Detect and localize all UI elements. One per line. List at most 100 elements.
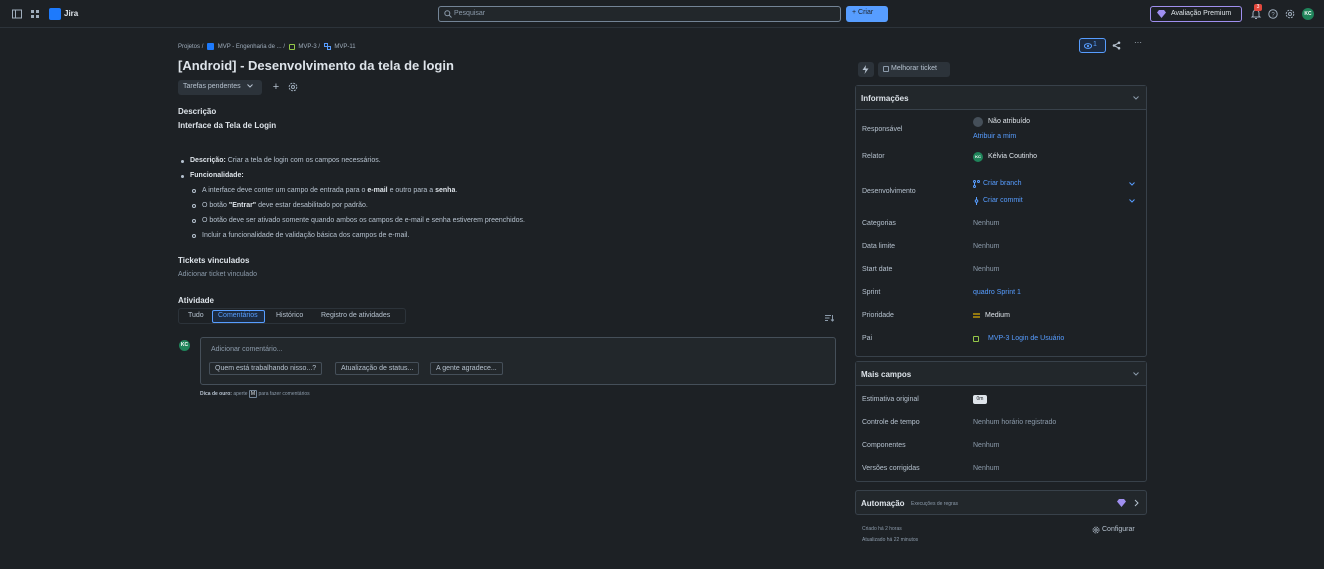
settings-gear-icon[interactable]	[1285, 9, 1295, 19]
tab-comments[interactable]: Comentários	[218, 312, 258, 319]
sort-icon[interactable]	[825, 314, 834, 322]
chevron-down-icon	[246, 84, 253, 88]
jira-logo-icon[interactable]	[49, 8, 61, 20]
details-panel-header[interactable]: Informações	[856, 86, 1146, 110]
activity-label: Atividade	[178, 296, 215, 305]
automation-bolt-button[interactable]	[858, 62, 874, 77]
epic-icon	[288, 43, 295, 50]
status-dropdown[interactable]: Tarefas pendentes	[178, 80, 262, 95]
search-input[interactable]: Pesquisar	[438, 6, 841, 22]
watch-button[interactable]: 1	[1079, 38, 1106, 53]
description-heading[interactable]: Interface da Tela de Login	[178, 121, 276, 130]
add-linked-ticket-link[interactable]: Adicionar ticket vinculado	[178, 271, 257, 278]
sprint-value[interactable]: quadro Sprint 1	[973, 289, 1021, 296]
bullet-circle	[192, 234, 196, 238]
breadcrumb-separator: /	[201, 43, 204, 50]
description-bullet-1[interactable]: Descrição: Criar a tela de login com os …	[190, 157, 381, 164]
parent-label: Pai	[862, 335, 873, 342]
share-icon[interactable]	[1112, 41, 1121, 50]
tip-text: aperte	[233, 391, 248, 397]
breadcrumb-epic[interactable]: MVP-3	[298, 44, 316, 50]
epic-icon	[973, 336, 979, 342]
tab-work-log[interactable]: Registro de atividades	[321, 312, 390, 319]
improve-label: Melhorar ticket	[891, 65, 937, 72]
time-tracking-value[interactable]: Nenhum horário registrado	[973, 419, 1056, 426]
parent-value[interactable]: MVP-3 Login de Usuário	[988, 335, 1064, 342]
bullet-dot	[181, 160, 184, 163]
development-label: Desenvolvimento	[862, 188, 916, 195]
more-fields-header[interactable]: Mais campos	[856, 362, 1146, 386]
breadcrumb-issue[interactable]: MVP-11	[334, 44, 355, 50]
breadcrumb-separator: /	[318, 43, 321, 50]
premium-trial-button[interactable]: Avaliação Premium	[1150, 6, 1242, 22]
bullet-circle	[192, 204, 196, 208]
user-avatar[interactable]: KC	[1302, 8, 1314, 20]
breadcrumb: Projetos / MVP - Engenharia de ... / MVP…	[178, 43, 356, 50]
description-sub-bullet-2[interactable]: O botão "Entrar" deve estar desabilitado…	[202, 202, 368, 209]
quick-reply-chip[interactable]: A gente agradece...	[430, 362, 503, 375]
actions-gear-icon[interactable]	[288, 82, 298, 92]
chevron-right-icon	[1134, 499, 1139, 507]
bullet-dot	[181, 175, 184, 178]
premium-label: Avaliação Premium	[1171, 10, 1232, 17]
due-date-value[interactable]: Nenhum	[973, 243, 999, 250]
watch-count: 1	[1093, 41, 1097, 48]
description-sub-bullet-1[interactable]: A interface deve conter um campo de entr…	[202, 187, 457, 194]
bullet-circle	[192, 189, 196, 193]
due-date-label: Data limite	[862, 243, 896, 250]
breadcrumb-projects[interactable]: Projetos	[178, 44, 200, 50]
activity-tabs: Tudo Comentários Histórico Registro de a…	[178, 308, 406, 324]
improve-ticket-button[interactable]: Melhorar ticket	[878, 62, 950, 77]
details-panel: Informações Responsável Não atribuído At…	[855, 85, 1147, 357]
unassigned-user-icon	[973, 117, 983, 127]
eye-icon	[1084, 43, 1092, 49]
branch-icon	[973, 180, 980, 188]
reporter-label: Relator	[862, 153, 885, 160]
description-label: Descrição	[178, 107, 217, 116]
create-button[interactable]: + Criar	[846, 6, 888, 22]
comment-input[interactable]: Adicionar comentário... Quem está trabal…	[200, 337, 836, 385]
start-date-value[interactable]: Nenhum	[973, 266, 999, 273]
tab-history[interactable]: Histórico	[276, 312, 303, 319]
components-value[interactable]: Nenhum	[973, 442, 999, 449]
comment-placeholder: Adicionar comentário...	[211, 346, 283, 353]
create-branch-link[interactable]: Criar branch	[983, 180, 1022, 187]
assign-to-me-link[interactable]: Atribuir a mim	[973, 133, 1016, 140]
sidebar-toggle-icon[interactable]	[12, 9, 22, 19]
app-name[interactable]: Jira	[64, 9, 78, 18]
quick-reply-chip[interactable]: Quem está trabalhando nisso...?	[209, 362, 323, 375]
issue-title[interactable]: [Android] - Desenvolvimento da tela de l…	[178, 58, 454, 73]
description-sub-bullet-4[interactable]: Incluir a funcionalidade de validação bá…	[202, 232, 409, 239]
bold-text: Funcionalidade:	[190, 172, 244, 179]
notification-badge: 3	[1254, 4, 1262, 11]
categories-value[interactable]: Nenhum	[973, 220, 999, 227]
more-actions-button[interactable]: ···	[1130, 38, 1146, 53]
add-plus-icon[interactable]: +	[269, 80, 283, 95]
sprint-label: Sprint	[862, 289, 881, 296]
description-bullet-2[interactable]: Funcionalidade:	[190, 172, 244, 179]
reporter-value[interactable]: Kélvia Coutinho	[988, 153, 1037, 160]
gem-icon	[1157, 10, 1166, 18]
search-icon	[444, 10, 452, 18]
more-fields-title: Mais campos	[861, 370, 912, 379]
configure-button[interactable]: Configurar	[1092, 526, 1135, 534]
bold-text: senha	[435, 187, 456, 194]
text-span: A interface deve conter um campo de entr…	[202, 187, 366, 194]
estimate-value[interactable]: 0m	[973, 395, 987, 404]
automation-panel[interactable]: Automação Execuções de regras	[855, 490, 1147, 515]
fix-versions-value[interactable]: Nenhum	[973, 465, 999, 472]
chevron-down-icon[interactable]	[1129, 182, 1135, 186]
automation-subtitle: Execuções de regras	[911, 501, 958, 507]
quick-reply-chip[interactable]: Atualização de status...	[335, 362, 420, 375]
description-sub-bullet-3[interactable]: O botão deve ser ativado somente quando …	[202, 217, 525, 224]
tab-all[interactable]: Tudo	[188, 312, 204, 319]
gem-icon	[1117, 499, 1126, 507]
breadcrumb-separator: /	[283, 43, 285, 50]
chevron-down-icon[interactable]	[1129, 199, 1135, 203]
help-icon[interactable]: ?	[1268, 9, 1278, 19]
create-commit-link[interactable]: Criar commit	[983, 197, 1023, 204]
breadcrumb-project[interactable]: MVP - Engenharia de ...	[218, 44, 282, 50]
priority-value[interactable]: Medium	[985, 312, 1010, 319]
app-switcher-icon[interactable]	[30, 9, 40, 19]
assignee-value[interactable]: Não atribuído	[988, 118, 1030, 125]
